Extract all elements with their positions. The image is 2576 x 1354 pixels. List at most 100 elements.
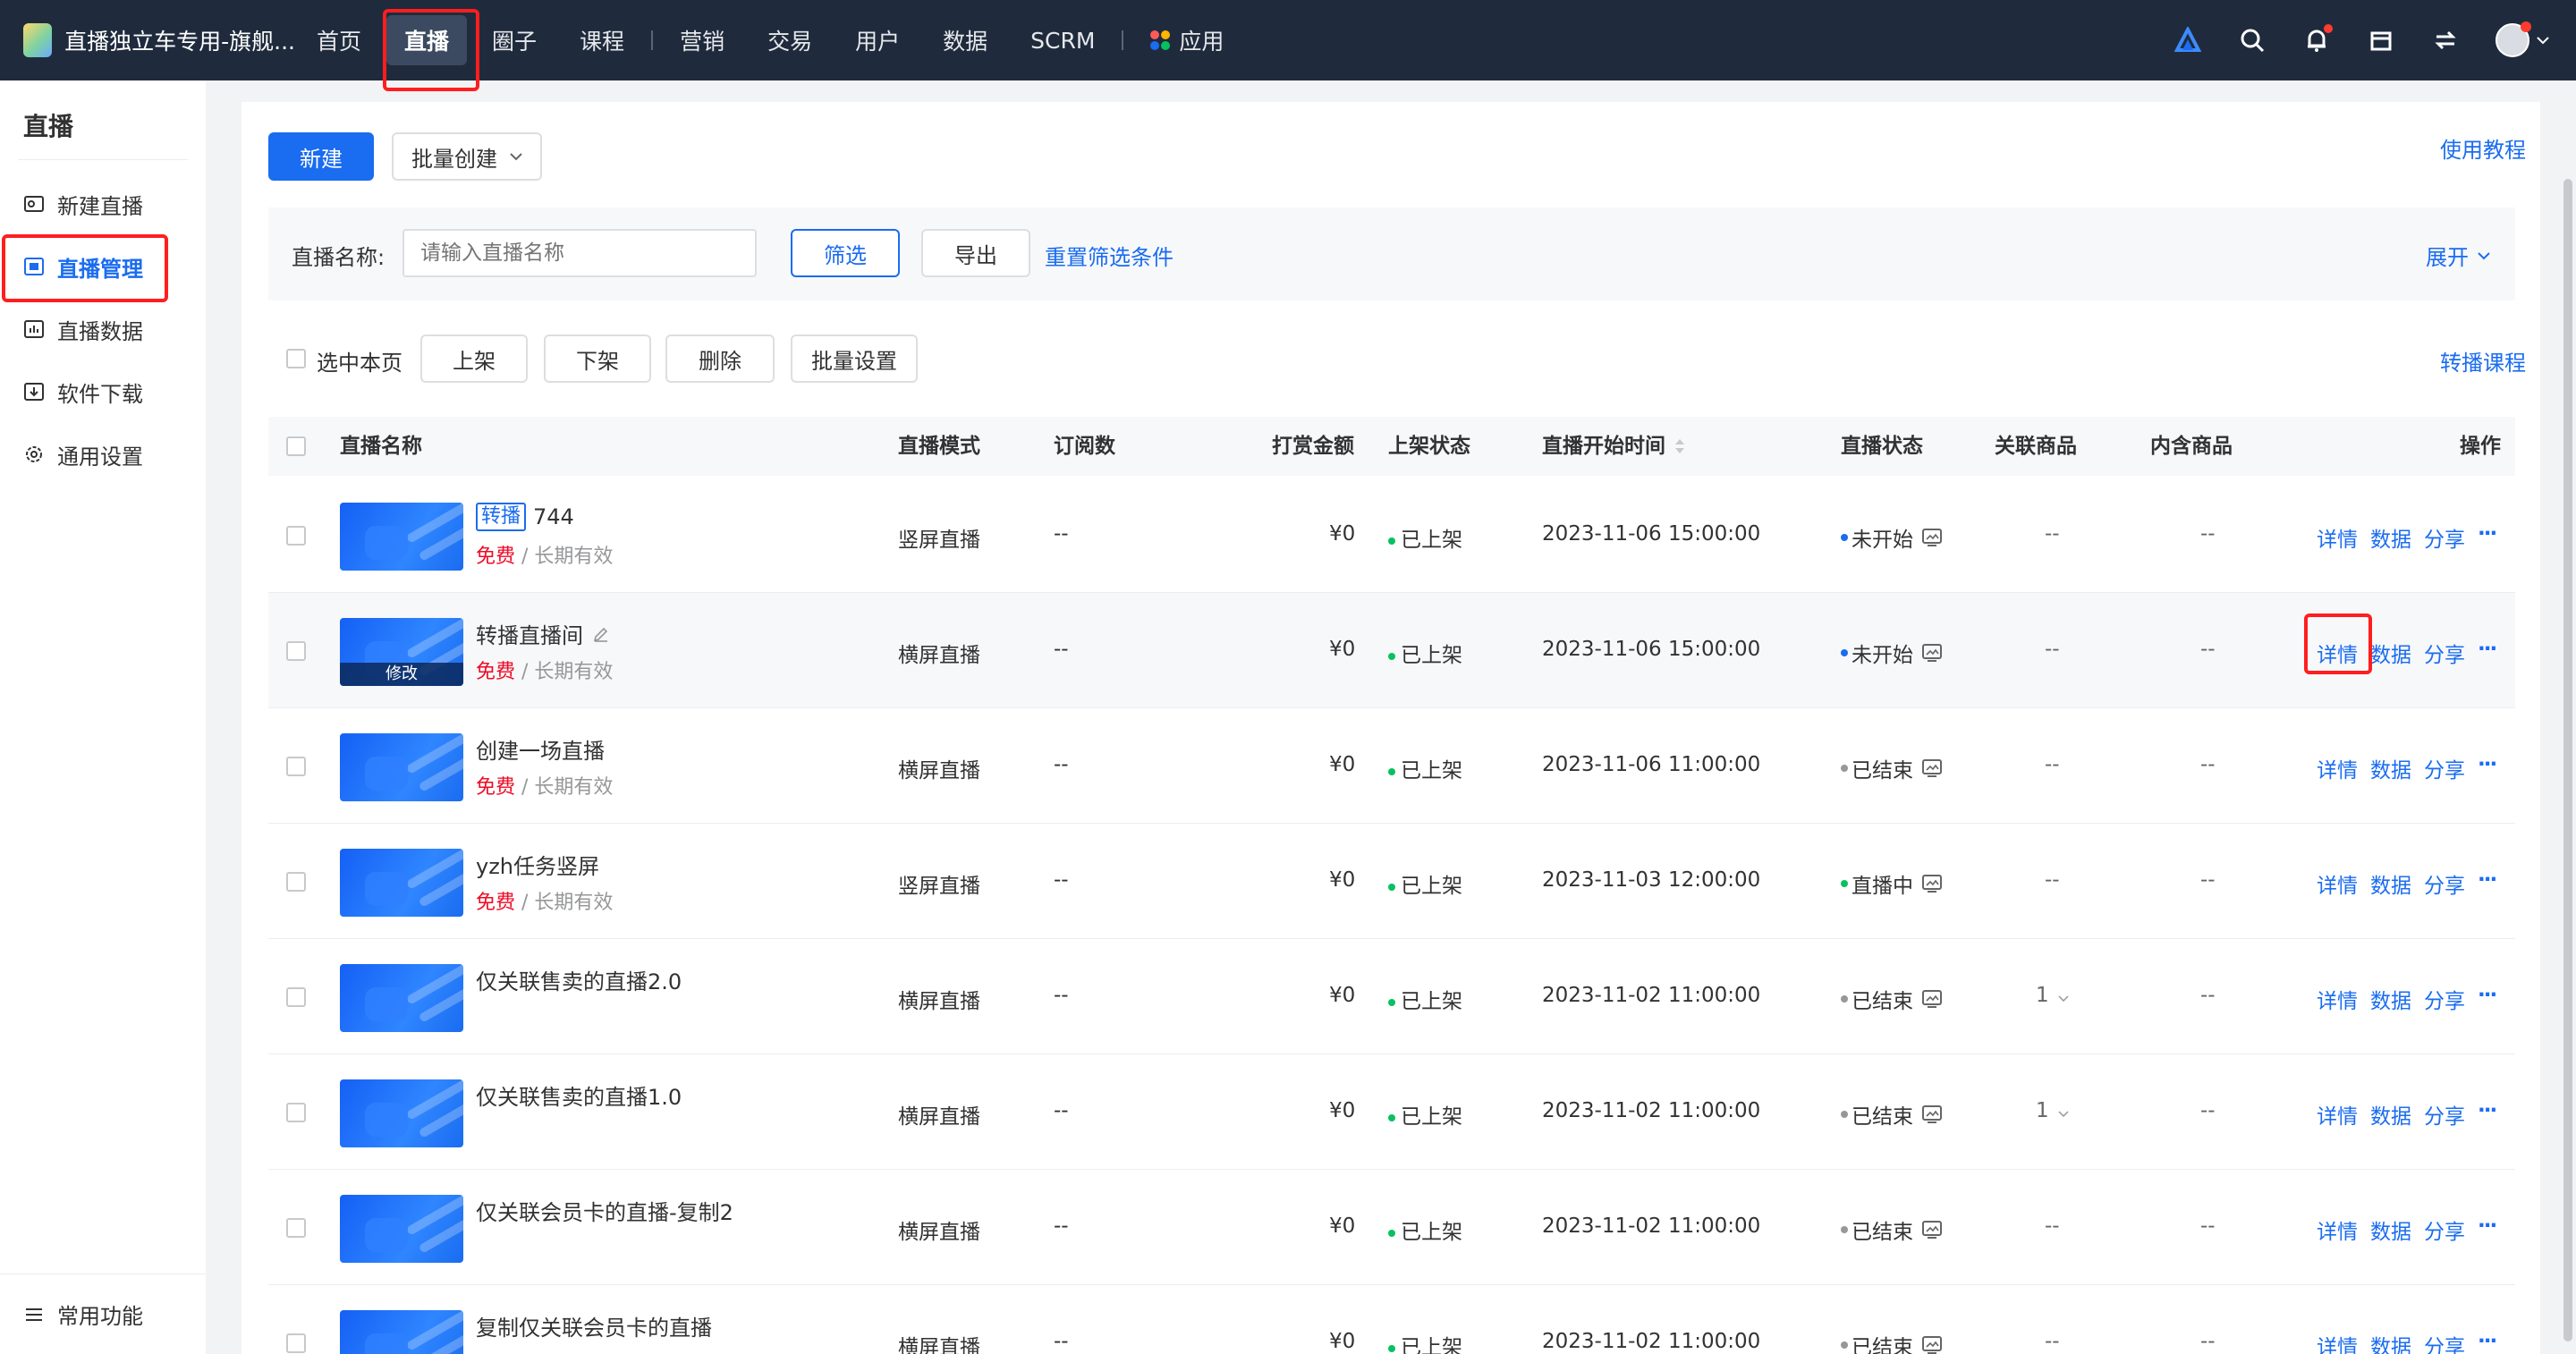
live-cover-thumbnail[interactable] [340, 503, 463, 571]
screen-preview-icon[interactable] [1922, 990, 1942, 1008]
row-checkbox[interactable] [286, 1103, 306, 1122]
detail-link[interactable]: 详情 [2317, 1099, 2358, 1130]
row-checkbox[interactable] [286, 641, 306, 661]
reset-filter-link[interactable]: 重置筛选条件 [1045, 240, 1174, 271]
off-shelf-button[interactable]: 下架 [544, 334, 651, 383]
linked-products[interactable]: 1 [2036, 1099, 2069, 1122]
share-link[interactable]: 分享 [2424, 1330, 2465, 1354]
sidebar-item-settings[interactable]: 通用设置 [0, 423, 206, 486]
data-link[interactable]: 数据 [2370, 984, 2411, 1014]
data-link[interactable]: 数据 [2370, 1099, 2411, 1130]
row-checkbox[interactable] [286, 1333, 306, 1353]
nav-trade[interactable]: 交易 [746, 0, 834, 80]
data-link[interactable]: 数据 [2370, 1214, 2411, 1245]
live-title[interactable]: 复制仅关联会员卡的直播 [476, 1310, 712, 1341]
relay-course-link[interactable]: 转播课程 [2440, 345, 2526, 377]
live-cover-thumbnail[interactable] [340, 1079, 463, 1147]
live-title[interactable]: yzh任务竖屏 [476, 849, 599, 880]
live-cover-thumbnail[interactable] [340, 964, 463, 1032]
sidebar-item-new-live[interactable]: 新建直播 [0, 173, 206, 235]
live-title[interactable]: 仅关联会员卡的直播-复制2 [476, 1195, 733, 1226]
more-actions-icon[interactable]: ··· [2478, 1330, 2497, 1354]
row-checkbox[interactable] [286, 526, 306, 546]
share-link[interactable]: 分享 [2424, 1214, 2465, 1245]
detail-link[interactable]: 详情 [2317, 522, 2358, 553]
live-title[interactable]: 转播 744 [476, 503, 574, 531]
row-checkbox[interactable] [286, 1218, 306, 1238]
row-checkbox[interactable] [286, 872, 306, 892]
share-link[interactable]: 分享 [2424, 1099, 2465, 1130]
switch-icon[interactable] [2431, 26, 2460, 55]
on-shelf-button[interactable]: 上架 [420, 334, 528, 383]
detail-link[interactable]: 详情 [2317, 868, 2358, 899]
nav-data[interactable]: 数据 [921, 0, 1009, 80]
live-title[interactable]: 转播直播间 [476, 618, 610, 649]
live-cover-thumbnail[interactable] [340, 1310, 463, 1354]
row-checkbox[interactable] [286, 987, 306, 1007]
data-link[interactable]: 数据 [2370, 1330, 2411, 1354]
live-cover-thumbnail[interactable]: 修改 [340, 618, 463, 686]
scrollbar-thumb[interactable] [2563, 179, 2572, 1341]
nav-apps[interactable]: 应用 [1129, 0, 1245, 80]
brand[interactable]: 直播独立车专用-旗舰... [0, 23, 295, 57]
detail-link[interactable]: 详情 [2317, 984, 2358, 1014]
batch-settings-button[interactable]: 批量设置 [791, 334, 918, 383]
expand-filter-link[interactable]: 展开 [2426, 240, 2490, 271]
tutorial-link[interactable]: 使用教程 [2440, 132, 2526, 164]
share-link[interactable]: 分享 [2424, 984, 2465, 1014]
row-checkbox[interactable] [286, 757, 306, 776]
screen-preview-icon[interactable] [1922, 1221, 1942, 1239]
screen-preview-icon[interactable] [1922, 1336, 1942, 1354]
screen-preview-icon[interactable] [1922, 644, 1942, 662]
delete-button[interactable]: 删除 [665, 334, 775, 383]
more-actions-icon[interactable]: ··· [2478, 1099, 2497, 1130]
more-actions-icon[interactable]: ··· [2478, 1214, 2497, 1245]
share-link[interactable]: 分享 [2424, 868, 2465, 899]
page-scrollbar[interactable] [2560, 80, 2576, 1354]
sidebar-item-download[interactable]: 软件下载 [0, 360, 206, 423]
account-menu[interactable] [2496, 21, 2549, 57]
sidebar-common-functions[interactable]: 常用功能 [0, 1274, 206, 1354]
search-icon[interactable] [2238, 26, 2267, 55]
store-icon[interactable] [2367, 26, 2395, 55]
screen-preview-icon[interactable] [1922, 529, 1942, 546]
notification-bell-icon[interactable] [2302, 24, 2333, 55]
nav-marketing[interactable]: 营销 [658, 0, 746, 80]
live-title[interactable]: 仅关联售卖的直播2.0 [476, 964, 682, 995]
batch-create-dropdown[interactable]: 批量创建 [392, 132, 542, 181]
more-actions-icon[interactable]: ··· [2478, 753, 2497, 783]
share-link[interactable]: 分享 [2424, 638, 2465, 668]
share-link[interactable]: 分享 [2424, 753, 2465, 783]
screen-preview-icon[interactable] [1922, 759, 1942, 777]
select-all-checkbox[interactable] [286, 436, 306, 456]
new-live-button[interactable]: 新建 [268, 132, 374, 181]
detail-link[interactable]: 详情 [2317, 1214, 2358, 1245]
nav-course[interactable]: 课程 [558, 0, 646, 80]
nav-scrm[interactable]: SCRM [1009, 0, 1116, 80]
live-cover-thumbnail[interactable] [340, 733, 463, 801]
screen-preview-icon[interactable] [1922, 875, 1942, 893]
edit-cover-label[interactable]: 修改 [340, 663, 463, 686]
live-name-search-input[interactable] [402, 229, 757, 277]
export-button[interactable]: 导出 [921, 229, 1030, 277]
live-title[interactable]: 仅关联售卖的直播1.0 [476, 1079, 682, 1111]
nav-users[interactable]: 用户 [834, 0, 921, 80]
nav-circle[interactable]: 圈子 [470, 0, 558, 80]
data-link[interactable]: 数据 [2370, 753, 2411, 783]
more-actions-icon[interactable]: ··· [2478, 868, 2497, 899]
sidebar-item-live-data[interactable]: 直播数据 [0, 298, 206, 360]
detail-link[interactable]: 详情 [2317, 1330, 2358, 1354]
live-cover-thumbnail[interactable] [340, 1195, 463, 1263]
linked-products[interactable]: 1 [2036, 984, 2069, 1007]
data-link[interactable]: 数据 [2370, 638, 2411, 668]
select-page-checkbox[interactable] [286, 349, 306, 368]
screen-preview-icon[interactable] [1922, 1105, 1942, 1123]
data-link[interactable]: 数据 [2370, 868, 2411, 899]
detail-link[interactable]: 详情 [2317, 753, 2358, 783]
more-actions-icon[interactable]: ··· [2478, 984, 2497, 1014]
th-start-time[interactable]: 直播开始时间 [1542, 417, 1685, 476]
live-title[interactable]: 创建一场直播 [476, 733, 605, 765]
ai-logo-icon[interactable] [2174, 26, 2202, 55]
edit-pencil-icon[interactable] [592, 625, 610, 643]
more-actions-icon[interactable]: ··· [2478, 522, 2497, 553]
